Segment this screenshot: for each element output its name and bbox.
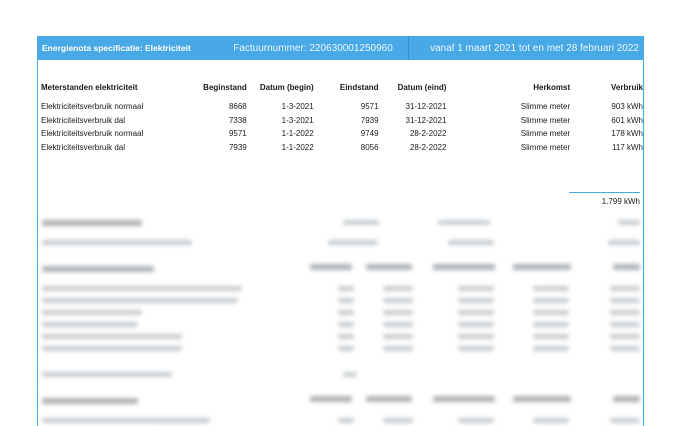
cell-verbruik: 117 kWh: [612, 142, 643, 152]
col-datum-eind: Datum (eind): [397, 83, 447, 92]
cell-eindstand: 8056: [360, 142, 379, 152]
col-herkomst: Herkomst: [533, 83, 571, 92]
col-meterstanden: Meterstanden elektriciteit: [41, 83, 138, 92]
table-header-row: Meterstanden elektriciteit Beginstand Da…: [41, 83, 643, 100]
cell-type: Elektriciteitsverbruik normaal: [41, 129, 144, 139]
total-divider: [569, 192, 640, 193]
cell-datum-eind: 31-12-2021: [405, 115, 447, 125]
invoice-number: Factuurnummer: 220630001250960: [233, 42, 393, 54]
col-verbruik: Verbruik: [610, 83, 643, 92]
cell-datum-eind: 31-12-2021: [405, 102, 447, 112]
energy-invoice-document: Energienota specificatie: Elektriciteit …: [37, 36, 644, 426]
table-row: Elektriciteitsverbruik normaal 8668 1-3-…: [41, 100, 643, 114]
cell-herkomst: Slimme meter: [520, 142, 571, 152]
col-datum-begin: Datum (begin): [259, 83, 314, 92]
document-title: Energienota specificatie: Elektriciteit: [42, 43, 191, 53]
cell-datum-begin: 1-1-2022: [281, 142, 314, 152]
cell-herkomst: Slimme meter: [520, 102, 571, 112]
header-banner: Energienota specificatie: Elektriciteit …: [38, 36, 643, 60]
cell-herkomst: Slimme meter: [520, 115, 571, 125]
cell-eindstand: 9571: [360, 102, 379, 112]
col-eindstand: Eindstand: [339, 83, 379, 92]
table-row: Elektriciteitsverbruik dal 7939 1-1-2022…: [41, 141, 643, 155]
billing-period: vanaf 1 maart 2021 tot en met 28 februar…: [429, 42, 639, 54]
cell-datum-begin: 1-1-2022: [281, 129, 314, 139]
cell-beginstand: 7939: [228, 142, 247, 152]
meter-readings-table: Meterstanden elektriciteit Beginstand Da…: [41, 83, 643, 154]
cell-eindstand: 7939: [360, 115, 379, 125]
blurred-content: [38, 214, 643, 426]
cell-beginstand: 9571: [228, 129, 247, 139]
cell-type: Elektriciteitsverbruik normaal: [41, 102, 144, 112]
cell-datum-begin: 1-3-2021: [281, 102, 314, 112]
cell-verbruik: 903 kWh: [611, 102, 643, 112]
table-row: Elektriciteitsverbruik normaal 9571 1-1-…: [41, 127, 643, 141]
cell-datum-eind: 28-2-2022: [409, 129, 447, 139]
cell-datum-begin: 1-3-2021: [281, 115, 314, 125]
cell-verbruik: 601 kWh: [611, 115, 643, 125]
cell-beginstand: 7338: [228, 115, 247, 125]
cell-beginstand: 8668: [228, 102, 247, 112]
total-verbruik: 1.799 kWh: [601, 197, 640, 206]
cell-type: Elektriciteitsverbruik dal: [41, 142, 126, 152]
cell-type: Elektriciteitsverbruik dal: [41, 115, 126, 125]
cell-eindstand: 9749: [360, 129, 379, 139]
col-beginstand: Beginstand: [203, 83, 247, 92]
cell-datum-eind: 28-2-2022: [409, 142, 447, 152]
cell-herkomst: Slimme meter: [520, 129, 571, 139]
table-row: Elektriciteitsverbruik dal 7338 1-3-2021…: [41, 114, 643, 128]
cell-verbruik: 178 kWh: [611, 129, 643, 139]
